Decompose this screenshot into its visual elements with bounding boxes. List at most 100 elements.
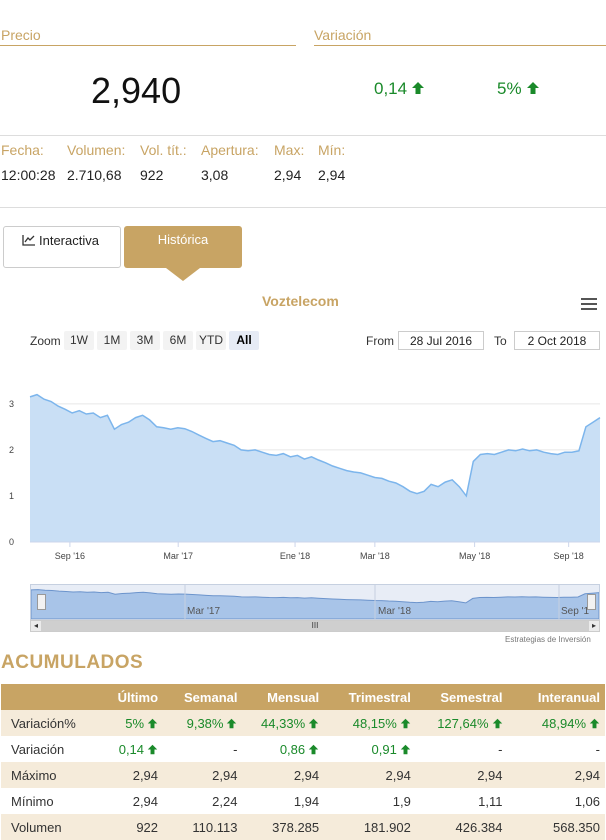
- y-tick-label: 1: [9, 491, 14, 501]
- variation-divider: [314, 45, 606, 46]
- arrow-up-icon: [400, 718, 411, 728]
- row-label: Variación%: [1, 710, 98, 736]
- table-row: Variación 0,14-0,86 0,91- -: [1, 736, 605, 762]
- stat-label-volumen: Volumen:: [67, 142, 126, 158]
- table-cell: 922: [97, 814, 164, 840]
- tab-active-pointer: [166, 268, 200, 281]
- table-row: Mínimo 2,94 2,24 1,94 1,9 1,11 1,06: [1, 788, 605, 814]
- x-axis-ticks: Sep '16 Mar '17 Ene '18 Mar '18 May '18 Sep '…: [55, 542, 584, 561]
- table-cell: 1,9: [392, 793, 411, 809]
- table-cell: 2,94: [242, 762, 325, 788]
- navigator-right-handle[interactable]: [587, 594, 596, 610]
- acumulados-title: ACUMULADOS: [1, 652, 144, 673]
- column-header: Semanal: [163, 684, 243, 710]
- stat-label-apertura: Apertura:: [201, 142, 259, 158]
- navigator-label: Sep '1: [561, 606, 590, 617]
- zoom-label: Zoom: [30, 334, 61, 348]
- table-cell: 568.350: [507, 814, 605, 840]
- stat-label-min: Mín:: [318, 142, 346, 158]
- price-divider: [0, 45, 296, 46]
- table-cell: 48,15%: [324, 710, 416, 736]
- price-label: Precio: [1, 27, 41, 43]
- arrow-up-icon: [308, 744, 319, 754]
- variation-abs-value: 0,14: [374, 79, 408, 98]
- x-tick-label: Mar '18: [360, 551, 390, 561]
- zoom-all-button[interactable]: All: [229, 331, 259, 350]
- table-cell: 426.384: [415, 814, 508, 840]
- tab-historica-label: Histórica: [157, 232, 209, 247]
- navigator-label: Mar '18: [378, 606, 412, 617]
- table-cell: -: [233, 741, 238, 757]
- from-date-input[interactable]: 28 Jul 2016: [398, 331, 484, 350]
- table-cell: 127,64%: [415, 710, 508, 736]
- table-cell: 0,91: [324, 736, 416, 762]
- tab-interactiva[interactable]: Interactiva: [3, 226, 121, 268]
- table-cell: -: [498, 741, 503, 757]
- navigator-series: [31, 585, 599, 619]
- zoom-1w-button[interactable]: 1W: [64, 331, 94, 350]
- y-tick-label: 0: [9, 537, 14, 547]
- table-cell: 181.902: [324, 814, 416, 840]
- zoom-1m-button[interactable]: 1M: [97, 331, 127, 350]
- table-cell: 0,14: [97, 736, 163, 762]
- stat-value-min: 2,94: [318, 167, 346, 183]
- to-date-input[interactable]: 2 Oct 2018: [514, 331, 600, 350]
- variation-label: Variación: [314, 27, 372, 43]
- row-label: Mínimo: [11, 793, 54, 809]
- table-cell: 2,94: [163, 762, 243, 788]
- section-divider: [0, 207, 606, 208]
- zoom-3m-button[interactable]: 3M: [130, 331, 160, 350]
- tab-interactiva-label: Interactiva: [39, 233, 99, 248]
- arrow-up-icon: [400, 744, 411, 754]
- navigator[interactable]: Mar '17 Mar '18 Sep '1: [30, 584, 600, 620]
- navigator-left-handle[interactable]: [37, 594, 46, 610]
- acumulados-table: Último Semanal Mensual Trimestral Semest…: [1, 684, 605, 840]
- current-price: 2,940: [91, 70, 182, 111]
- table-cell: 2,24: [212, 793, 238, 809]
- zoom-ytd-button[interactable]: YTD: [196, 331, 226, 350]
- variation-pct: 5%: [497, 79, 540, 99]
- table-cell: 2,94: [97, 762, 164, 788]
- column-header: [1, 684, 98, 710]
- arrow-up-icon: [589, 718, 600, 728]
- table-cell: 9,38%: [163, 710, 243, 736]
- x-tick-label: May '18: [459, 551, 490, 561]
- table-cell: 1,94: [293, 793, 320, 809]
- stat-value-max: 2,94: [274, 167, 302, 183]
- stat-label-fecha: Fecha:: [1, 142, 44, 158]
- table-cell: 48,94%: [507, 710, 605, 736]
- hamburger-menu-icon[interactable]: [581, 298, 597, 310]
- tab-historica[interactable]: Histórica: [124, 226, 242, 268]
- navigator-scrollbar[interactable]: ◂ III ▸: [30, 620, 600, 632]
- table-cell: 5%: [97, 710, 164, 736]
- table-cell: 2,94: [324, 762, 416, 788]
- zoom-6m-button[interactable]: 6M: [163, 331, 193, 350]
- variation-abs: 0,14: [374, 79, 425, 99]
- column-header: Interanual: [507, 684, 605, 710]
- y-axis-ticks: 0 1 2 3: [9, 399, 14, 547]
- x-tick-label: Sep '16: [55, 551, 85, 561]
- row-label: Máximo: [1, 762, 98, 788]
- x-tick-label: Sep '18: [554, 551, 584, 561]
- table-cell: 110.113: [163, 814, 243, 840]
- scroll-left-button[interactable]: ◂: [31, 621, 41, 631]
- column-header: Trimestral: [324, 684, 416, 710]
- navigator-label: Mar '17: [187, 606, 221, 617]
- row-label: Volumen: [1, 814, 98, 840]
- table-cell: 2,94: [132, 793, 159, 809]
- column-header: Semestral: [415, 684, 508, 710]
- arrow-up-icon: [526, 82, 539, 94]
- table-row: Máximo 2,94 2,94 2,94 2,94 2,94 2,94: [1, 762, 605, 788]
- chart-title: Voztelecom: [262, 293, 339, 309]
- table-cell: 1,11: [478, 793, 503, 809]
- stat-value-apertura: 3,08: [201, 167, 229, 183]
- table-row: Volumen 922 110.113 378.285 181.902 426.384 56…: [1, 814, 605, 840]
- table-cell: 1,06: [574, 793, 600, 809]
- variation-pct-value: 5%: [497, 79, 522, 98]
- table-row: Variación% 5% 9,38% 44,33% 48,15% 127,64% 48,9…: [1, 710, 605, 736]
- scrollbar-thumb[interactable]: III: [41, 621, 589, 631]
- stat-value-vol-tit: 922: [140, 167, 164, 183]
- price-chart[interactable]: 0 1 2 3 Sep '16 Mar '17 Ene '18 Mar '18 May '18…: [0, 385, 606, 565]
- stat-label-vol-tit: Vol. tít.:: [140, 142, 187, 158]
- scroll-right-button[interactable]: ▸: [589, 621, 599, 631]
